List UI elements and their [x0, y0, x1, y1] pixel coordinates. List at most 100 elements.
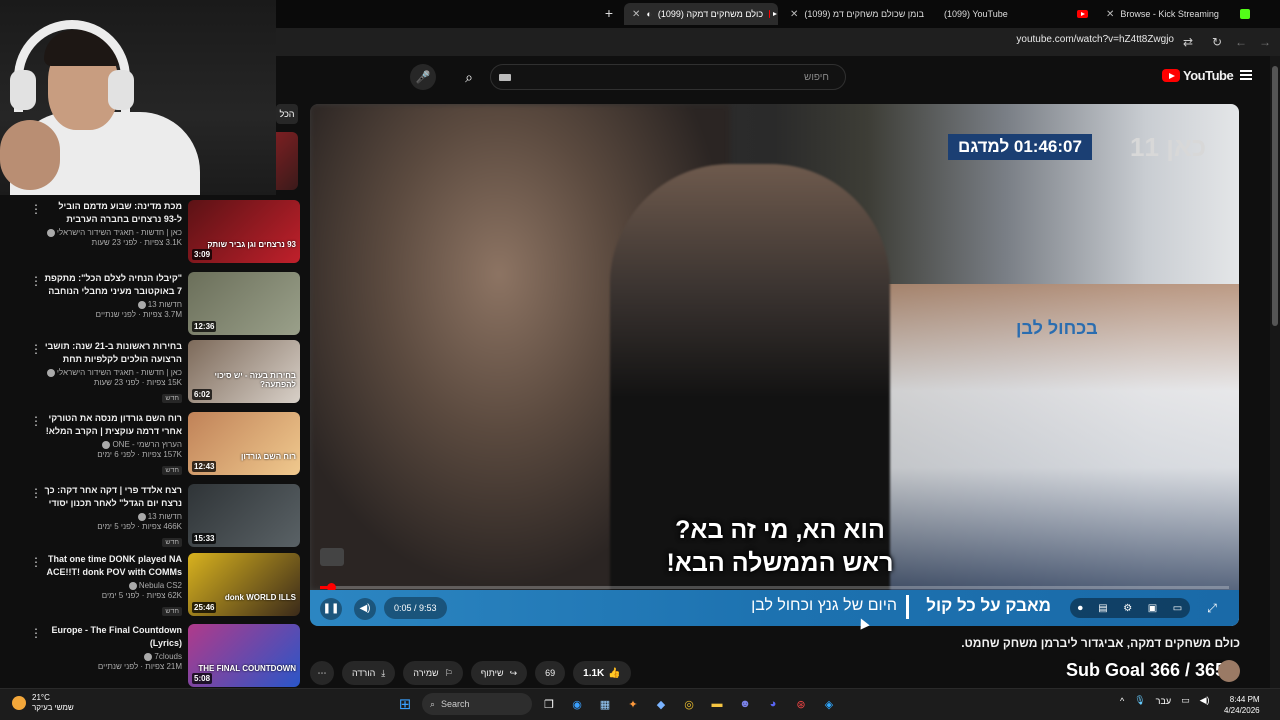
- search-icon[interactable]: ⌕: [454, 64, 484, 90]
- taskbar-clock[interactable]: 8:44 PM 4/24/2026: [1224, 694, 1260, 716]
- keyboard-icon[interactable]: [499, 74, 511, 81]
- mic-tray-icon[interactable]: 🎙: [1134, 695, 1145, 706]
- language-indicator[interactable]: עבר: [1156, 696, 1171, 706]
- recommendation-thumbnail[interactable]: בחירות בעזה - יש סיכוי להפתעה? 6:02: [188, 340, 300, 403]
- tab-kick[interactable]: ✕ Browse - Kick Streaming: [1098, 3, 1258, 25]
- autoplay-toggle-icon[interactable]: ⏺: [1078, 603, 1083, 614]
- voice-search-mic-icon[interactable]: 🎤: [410, 64, 436, 90]
- recommendation-item[interactable]: ⋮ מכת מדינה: שבוע מדמם הוביל ל-93 נרצחים …: [24, 200, 300, 266]
- page-scrollbar[interactable]: [1270, 56, 1280, 696]
- more-options-icon[interactable]: ⋮: [30, 487, 42, 499]
- recommendation-thumbnail[interactable]: רוח השם גורדון 12:43: [188, 412, 300, 475]
- close-tab-icon[interactable]: ✕: [632, 9, 640, 20]
- forward-icon[interactable]: →: [1257, 34, 1273, 50]
- share-button[interactable]: שיתוף ↪: [470, 661, 528, 685]
- teams-icon[interactable]: ☻: [734, 693, 756, 715]
- more-actions-icon[interactable]: ⋯: [310, 661, 334, 685]
- channel-name[interactable]: כאן | חדשות - תאגיד השידור הישראלי: [57, 368, 182, 377]
- recommendation-item[interactable]: ⋮ רוח השם גורדון מנסה את הטורקי אחרי דרמה…: [24, 412, 300, 478]
- close-tab-icon[interactable]: ✕: [790, 9, 798, 20]
- mute-icon[interactable]: ◐: [646, 9, 651, 19]
- recommendation-item[interactable]: ⋮ Europe - The Final Countdown (Lyrics) 7c…: [24, 624, 300, 690]
- app-icon[interactable]: ◆: [650, 693, 672, 715]
- more-options-icon[interactable]: ⋮: [30, 203, 42, 215]
- tab-video-2[interactable]: ✕ בומן שכולם משחקים דמ (1099): [782, 3, 932, 25]
- task-view-icon[interactable]: ❐: [538, 693, 560, 715]
- miniplayer-icon[interactable]: ▣: [1148, 603, 1157, 614]
- url-text[interactable]: youtube.com/watch?v=hZ4tt8Zwgjo: [1016, 34, 1174, 45]
- recommendation-thumbnail[interactable]: 93 נרצחים וגן גביר שותק 3:09: [188, 200, 300, 263]
- comments-count-button[interactable]: 69: [535, 661, 566, 685]
- edge-icon[interactable]: ◉: [566, 693, 588, 715]
- channel-name[interactable]: הערוץ הרשמי - ONE: [112, 440, 182, 449]
- recommendation-title[interactable]: רוח השם גורדון מנסה את הטורקי אחרי דרמה …: [42, 412, 182, 438]
- more-options-icon[interactable]: ⋮: [30, 343, 42, 355]
- menu-hamburger-icon[interactable]: [1240, 70, 1252, 80]
- channel-avatar[interactable]: [1218, 660, 1240, 682]
- fullscreen-icon[interactable]: ⤢: [1202, 598, 1222, 618]
- recommendation-item[interactable]: ⋮ רצח אלדד פרי | דקה אחר דקה: כך נרצח יום…: [24, 484, 300, 550]
- store-icon[interactable]: ▦: [594, 693, 616, 715]
- new-tab-button[interactable]: +: [600, 4, 618, 22]
- recommendation-info: "קיבלו הנחיה לצלם הכל": מתקפת 7 באוקטובר…: [42, 272, 182, 319]
- more-options-icon[interactable]: ⋮: [30, 627, 42, 639]
- theater-mode-icon[interactable]: ▭: [1173, 603, 1182, 614]
- channel-name[interactable]: חדשות 13: [148, 300, 182, 309]
- recommendation-thumbnail[interactable]: 15:33: [188, 484, 300, 547]
- scrollbar-thumb[interactable]: [1272, 66, 1278, 326]
- progress-bar[interactable]: [320, 583, 1229, 592]
- file-explorer-icon[interactable]: ▬: [706, 693, 728, 715]
- volume-icon[interactable]: ◀): [354, 598, 376, 620]
- recommendation-item[interactable]: ⋮ "קיבלו הנחיה לצלם הכל": מתקפת 7 באוקטוב…: [24, 272, 300, 338]
- pause-icon[interactable]: ❚❚: [320, 598, 342, 620]
- chrome-icon[interactable]: ◎: [678, 693, 700, 715]
- recommendation-thumbnail[interactable]: 12:36: [188, 272, 300, 335]
- speaker-icon[interactable]: ◀): [1200, 695, 1210, 706]
- more-options-icon[interactable]: ⋮: [30, 556, 42, 568]
- download-button[interactable]: הורדה ⤓: [342, 661, 396, 685]
- back-icon[interactable]: ←: [1233, 34, 1249, 50]
- search-box[interactable]: [490, 64, 846, 90]
- tab-youtube-home[interactable]: (1099) YouTube: [936, 3, 1096, 25]
- recommendation-title[interactable]: בחירות ראשונות ב-21 שנה: תושבי הרצועה הו…: [42, 340, 182, 366]
- windows-start-icon[interactable]: ⊞: [394, 693, 416, 715]
- partial-thumbnail[interactable]: [276, 132, 298, 190]
- youtube-logo[interactable]: YouTube: [1162, 68, 1234, 83]
- save-button[interactable]: שמירה ⚐: [403, 661, 463, 685]
- translate-icon[interactable]: ⇄: [1180, 34, 1196, 50]
- steam-icon[interactable]: ⊛: [790, 693, 812, 715]
- vscode-icon[interactable]: ◈: [818, 693, 840, 715]
- channel-name[interactable]: חדשות 13: [148, 512, 182, 521]
- weather-widget[interactable]: 21°C שמשי בעיקר: [12, 693, 74, 713]
- recommendation-thumbnail[interactable]: donk WORLD ILLS 25:46: [188, 553, 300, 616]
- network-icon[interactable]: ▭: [1181, 695, 1190, 706]
- search-input[interactable]: [511, 65, 841, 89]
- tray-chevron-icon[interactable]: ^: [1120, 696, 1124, 706]
- recommendation-title[interactable]: Europe - The Final Countdown (Lyrics): [42, 624, 183, 650]
- thumbnail-text: donk WORLD ILLS: [224, 593, 296, 602]
- recommendation-title[interactable]: That one time DONK played NA ACE!!T! don…: [42, 553, 183, 579]
- close-tab-icon[interactable]: ✕: [1106, 9, 1114, 20]
- channel-name[interactable]: Nebula CS2: [139, 581, 182, 590]
- reload-icon[interactable]: ↻: [1209, 34, 1225, 50]
- channel-name[interactable]: 7clouds: [154, 652, 182, 661]
- recommendation-thumbnail[interactable]: THE FINAL COUNTDOWN 5:08: [188, 624, 300, 687]
- more-options-icon[interactable]: ⋮: [30, 415, 42, 427]
- like-button[interactable]: 1.1K 👍: [573, 668, 631, 679]
- more-options-icon[interactable]: ⋮: [30, 275, 42, 287]
- discord-icon[interactable]: ◕: [762, 693, 784, 715]
- recommendation-item[interactable]: ⋮ That one time DONK played NA ACE!!T! do…: [24, 553, 300, 619]
- tab-current-video[interactable]: ✕ ◐ כולם משחקים דמקה (1099): [624, 3, 778, 25]
- filter-chip-all[interactable]: הכל: [276, 104, 298, 124]
- recommendation-title[interactable]: רצח אלדד פרי | דקה אחר דקה: כך נרצח יום …: [42, 484, 182, 510]
- copilot-icon[interactable]: ✦: [622, 693, 644, 715]
- subtitles-icon[interactable]: ▤: [1098, 603, 1107, 614]
- taskbar-search[interactable]: ⌕ Search: [422, 693, 532, 715]
- recommendation-title[interactable]: "קיבלו הנחיה לצלם הכל": מתקפת 7 באוקטובר…: [42, 272, 182, 298]
- channel-name[interactable]: כאן | חדשות - תאגיד השידור הישראלי: [57, 228, 182, 237]
- settings-gear-icon[interactable]: ⚙: [1123, 603, 1132, 614]
- recommendation-item[interactable]: ⋮ בחירות ראשונות ב-21 שנה: תושבי הרצועה ה…: [24, 340, 300, 406]
- recommendation-title[interactable]: מכת מדינה: שבוע מדמם הוביל ל-93 נרצחים ב…: [42, 200, 182, 226]
- youtube-logo-text: YouTube: [1183, 68, 1234, 83]
- video-player[interactable]: בכחול לבן כאן 11 01:46:07 למדגם הוא הא, …: [310, 104, 1239, 626]
